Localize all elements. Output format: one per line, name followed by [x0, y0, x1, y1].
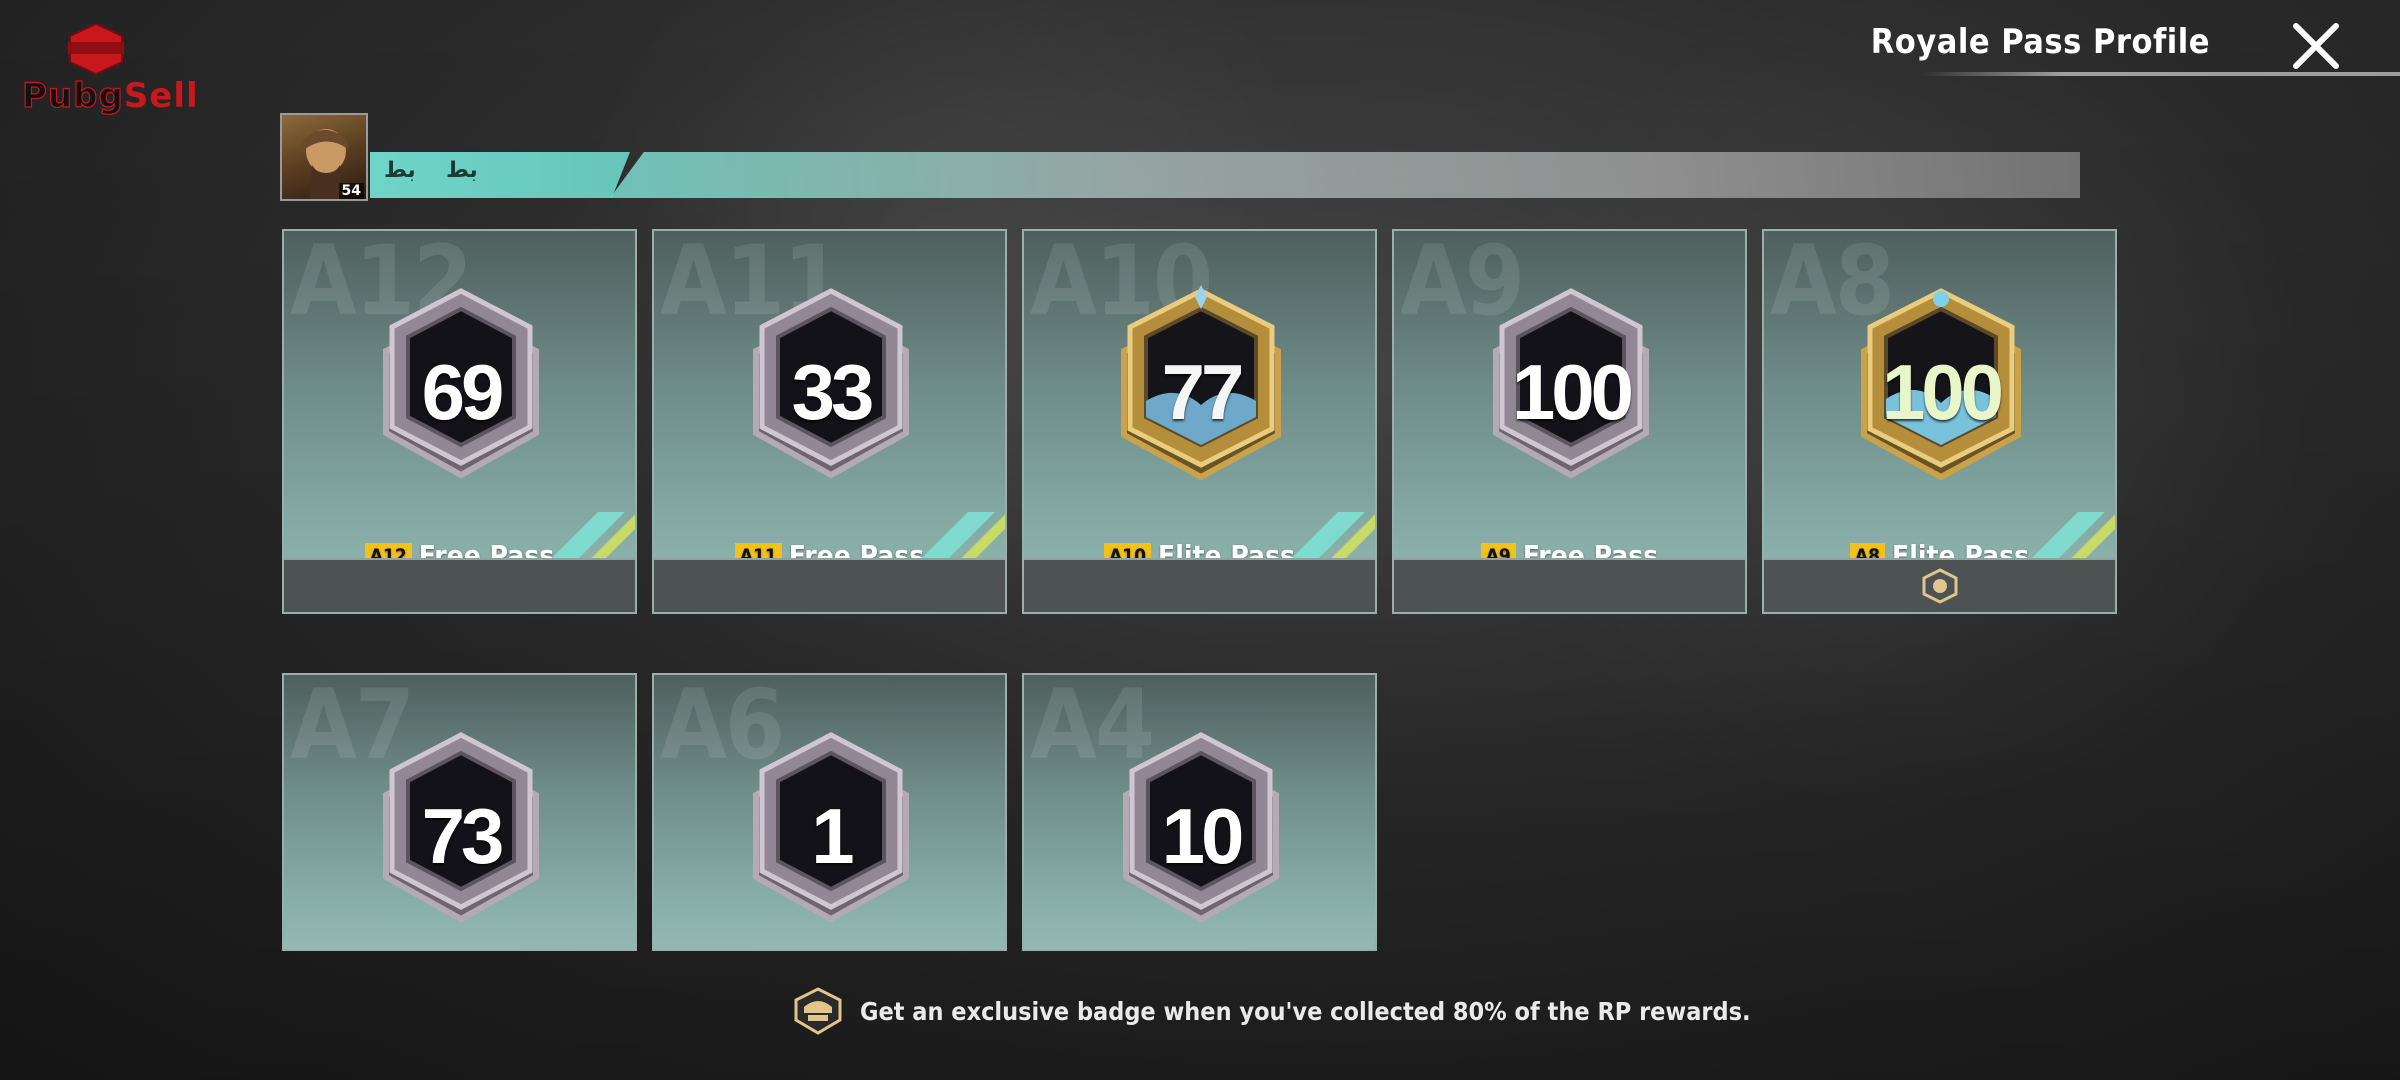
season-card-a10[interactable]: A10 77 A10 Elite Pass: [1022, 229, 1377, 614]
badge-rank-number: 69: [421, 348, 505, 436]
rank-badge-elite: 100: [1846, 283, 2036, 493]
watermark-brand: PubgSell: [21, 75, 199, 116]
rank-badge-silver: 73: [366, 727, 556, 937]
badge-rank-number: 1: [811, 792, 854, 880]
season-card-a11[interactable]: A11 33 A11 Free Pass: [652, 229, 1007, 614]
hint-text: Get an exclusive badge when you've colle…: [860, 996, 1751, 1026]
card-footer: [1764, 558, 2115, 612]
badge-rank-number: 33: [791, 348, 875, 436]
rank-badge-silver: 33: [736, 283, 926, 493]
close-icon[interactable]: [2288, 18, 2344, 74]
avatar-level: 54: [338, 183, 364, 199]
rank-badge-silver: 100: [1476, 283, 1666, 493]
rank-badge-silver: 1: [736, 727, 926, 937]
exclusive-badge-icon: [1922, 568, 1957, 604]
name-bar: بط بط: [370, 152, 630, 198]
badge-rank-number: 100: [1881, 348, 2004, 436]
exclusive-badge-hint: Get an exclusive badge when you've colle…: [790, 987, 1751, 1035]
season-card-a7[interactable]: A7 73: [282, 673, 637, 951]
badge-rank-number: 10: [1161, 792, 1245, 880]
profile-banner-bar: [610, 152, 2080, 198]
rank-badge-silver: 10: [1106, 727, 1296, 937]
page-title: Royale Pass Profile: [1870, 22, 2210, 62]
watermark-logo: PubgSell: [21, 20, 198, 120]
rank-badge-silver: 69: [366, 283, 556, 493]
avatar[interactable]: 54: [280, 113, 368, 201]
season-card-a9[interactable]: A9 100 A9 Free Pass: [1392, 229, 1747, 614]
season-card-a4[interactable]: A4 10: [1022, 673, 1377, 951]
season-card-a8[interactable]: A8 100 A8 Elite Pass: [1762, 229, 2117, 614]
season-card-a6[interactable]: A6 1: [652, 673, 1007, 951]
rank-badge-elite: 77: [1106, 283, 1296, 493]
card-footer: [654, 558, 1005, 612]
header-divider: [1920, 72, 2400, 76]
seal-icon: [68, 22, 124, 76]
card-footer: [284, 558, 635, 612]
player-name-1: بط: [384, 158, 416, 183]
season-card-a12[interactable]: A12 69 A12 Free Pass: [282, 229, 637, 614]
player-name-2: بط: [446, 158, 478, 183]
card-footer: [1024, 558, 1375, 612]
card-footer: [1394, 558, 1745, 612]
badge-rank-number: 73: [421, 792, 505, 880]
badge-rank-number: 77: [1161, 348, 1245, 436]
exclusive-badge-icon: [794, 987, 842, 1035]
badge-rank-number: 100: [1511, 348, 1634, 436]
